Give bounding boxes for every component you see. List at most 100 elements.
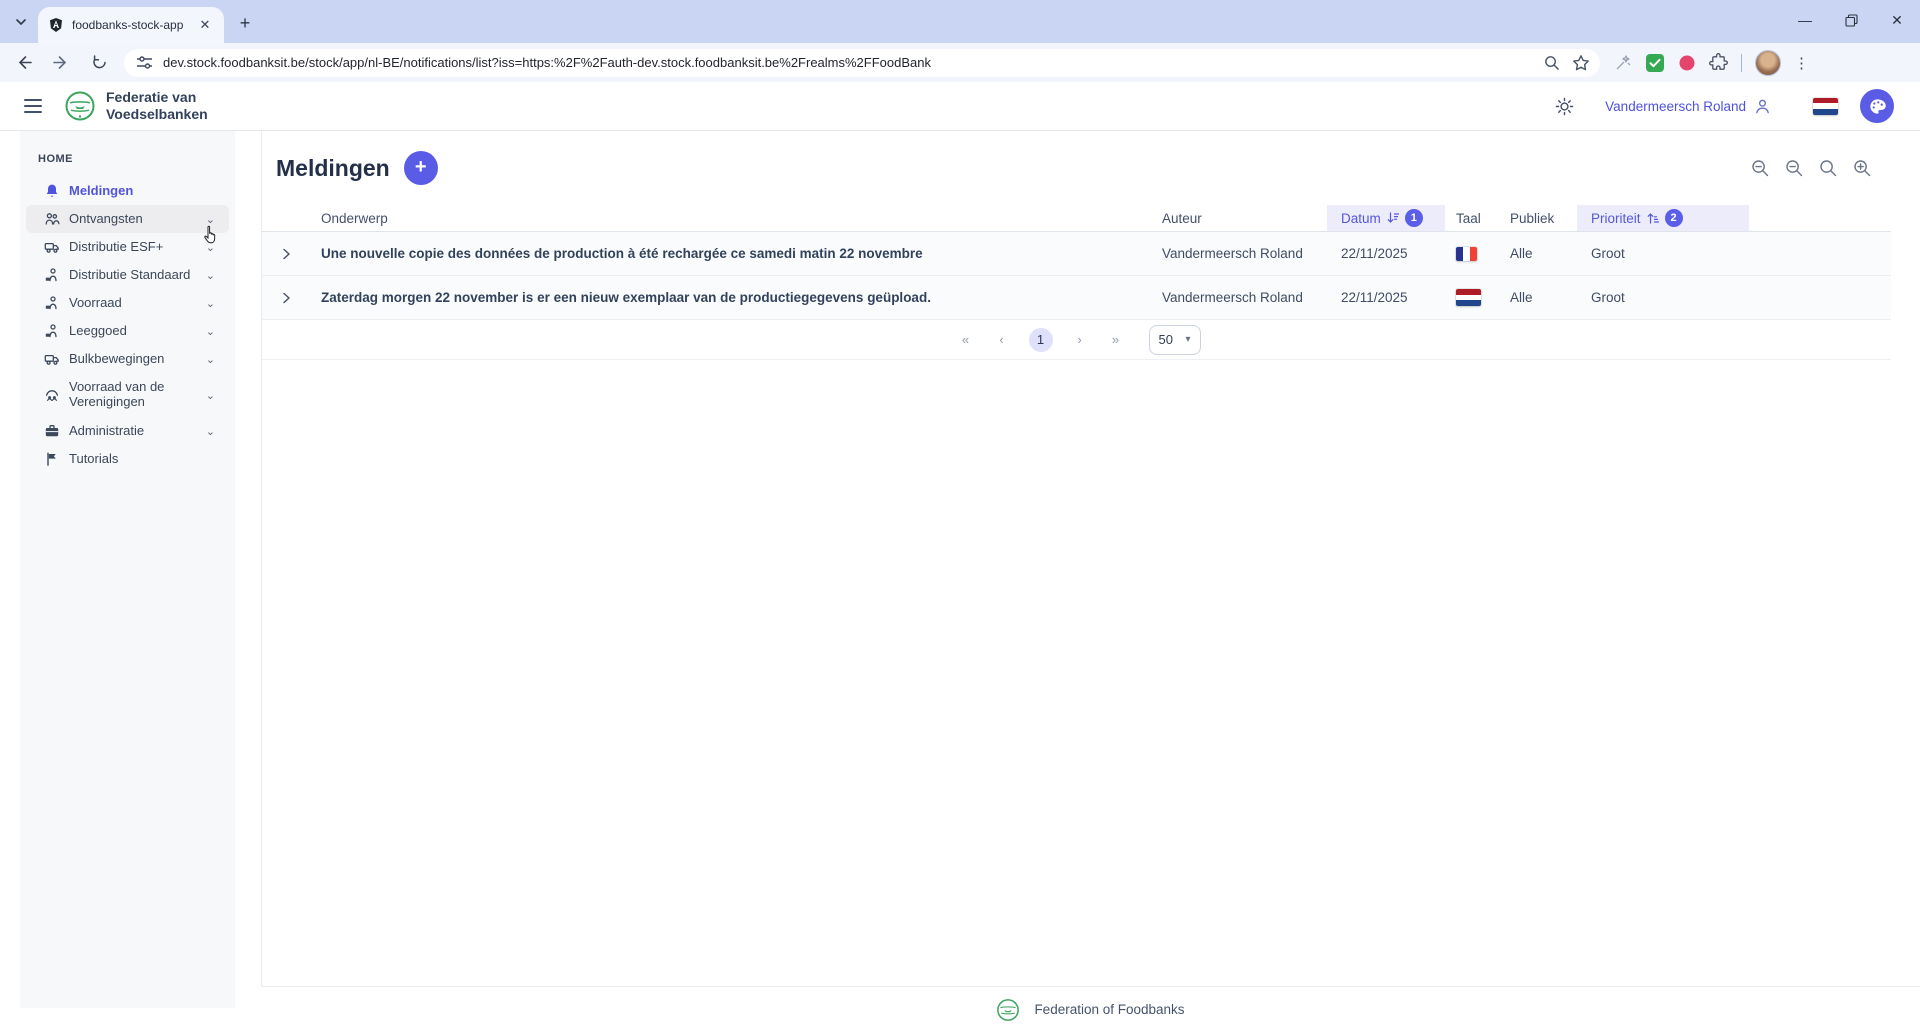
extension-icon-check[interactable] — [1645, 53, 1665, 73]
chevron-down-icon: ⌄ — [206, 269, 215, 282]
cell-priority: Groot — [1577, 246, 1749, 261]
page-zoom-icon[interactable] — [1543, 54, 1560, 71]
restore-icon — [1845, 14, 1858, 27]
new-tab-button[interactable]: + — [232, 10, 258, 36]
current-page[interactable]: 1 — [1029, 328, 1053, 352]
sidebar-item-distributie-standaard[interactable]: Distributie Standaard ⌄ — [26, 261, 229, 289]
cell-audience: Alle — [1499, 290, 1577, 305]
sidebar-item-administratie[interactable]: Administratie ⌄ — [26, 417, 229, 445]
header-expander — [262, 205, 310, 231]
chevron-down-icon: ⌄ — [206, 353, 215, 366]
bookmark-star-icon[interactable] — [1572, 54, 1590, 72]
footer: Federation of Foodbanks — [261, 987, 1920, 1032]
column-prioriteit[interactable]: Prioriteit 2 — [1577, 205, 1749, 231]
language-flag-nl[interactable] — [1813, 98, 1838, 115]
row-expand-button[interactable] — [262, 292, 310, 304]
header-filler — [1749, 205, 1891, 231]
column-taal[interactable]: Taal — [1445, 205, 1499, 231]
sidebar-item-voorraad[interactable]: Voorraad ⌄ — [26, 289, 229, 317]
column-onderwerp[interactable]: Onderwerp — [310, 205, 1151, 231]
sidebar-item-leeggoed[interactable]: Leeggoed ⌄ — [26, 317, 229, 345]
first-page-button[interactable]: « — [953, 332, 979, 347]
table-row[interactable]: Zaterdag morgen 22 november is er een ni… — [262, 276, 1891, 320]
search-icon[interactable] — [1818, 158, 1838, 178]
flag-fr-icon — [1456, 247, 1477, 261]
footer-text: Federation of Foodbanks — [1034, 1002, 1184, 1017]
extension-icon-record[interactable] — [1678, 54, 1696, 72]
bell-icon — [44, 183, 60, 199]
next-page-button[interactable]: › — [1067, 332, 1093, 347]
sidebar-item-tutorials[interactable]: Tutorials — [26, 445, 229, 473]
forward-icon — [53, 54, 70, 71]
sidebar-item-ontvangsten[interactable]: Ontvangsten ⌄ — [26, 205, 229, 233]
tab-search-button[interactable] — [8, 9, 34, 35]
url-bar[interactable]: dev.stock.foodbanksit.be/stock/app/nl-BE… — [124, 49, 1600, 77]
minimize-button[interactable]: — — [1782, 0, 1828, 40]
notifications-table: Onderwerp Auteur Datum 1 Taal Publiek Pr… — [262, 205, 1891, 360]
chevron-down-icon: ⌄ — [206, 425, 215, 438]
briefcase-icon — [44, 423, 60, 439]
tab-title: foodbanks-stock-app — [72, 18, 196, 32]
cell-language — [1445, 247, 1499, 261]
close-window-button[interactable]: ✕ — [1874, 0, 1920, 40]
profile-avatar[interactable] — [1755, 50, 1781, 76]
last-page-button[interactable]: » — [1103, 332, 1129, 347]
cell-subject: Une nouvelle copie des données de produc… — [310, 246, 1151, 261]
cell-subject: Zaterdag morgen 22 november is er een ni… — [310, 290, 1151, 305]
chevron-down-icon: ⌄ — [206, 325, 215, 338]
sidebar-item-meldingen[interactable]: Meldingen — [26, 177, 229, 205]
browser-menu-button[interactable]: ⋮ — [1794, 54, 1809, 72]
sort-ascending-icon — [1647, 212, 1659, 224]
search-minus-icon[interactable] — [1784, 158, 1804, 178]
page-title: Meldingen — [276, 155, 390, 182]
sort-order-badge: 1 — [1405, 209, 1423, 227]
group-icon — [44, 387, 60, 403]
chevron-right-icon — [280, 248, 292, 260]
url-text: dev.stock.foodbanksit.be/stock/app/nl-BE… — [163, 55, 1543, 70]
tab-close-icon[interactable]: ✕ — [196, 16, 214, 34]
cell-priority: Groot — [1577, 290, 1749, 305]
truck-icon — [44, 239, 60, 255]
chevron-down-icon: ⌄ — [206, 213, 215, 226]
user-menu[interactable]: Vandermeersch Roland — [1605, 98, 1771, 115]
chevron-down-icon: ⌄ — [206, 389, 215, 402]
column-auteur[interactable]: Auteur — [1151, 205, 1327, 231]
add-notification-button[interactable]: + — [404, 151, 438, 185]
reload-button[interactable] — [84, 48, 114, 78]
truck-icon — [44, 351, 60, 367]
brand-title: Federatie van Voedselbanken — [106, 89, 208, 124]
search-minus-icon[interactable] — [1750, 158, 1770, 178]
reload-icon — [91, 54, 108, 71]
forward-button[interactable] — [46, 48, 76, 78]
user-name: Vandermeersch Roland — [1605, 99, 1746, 114]
palette-icon — [1868, 97, 1887, 116]
sidebar-item-voorraad-verenigingen[interactable]: Voorraad van de Verenigingen ⌄ — [26, 373, 229, 417]
sidebar-item-distributie-esf[interactable]: Distributie ESF+ ⌄ — [26, 233, 229, 261]
pagination: « ‹ 1 › » 50 ▾ — [262, 320, 1891, 360]
rows-per-page-select[interactable]: 50 ▾ — [1149, 325, 1201, 355]
restore-button[interactable] — [1828, 0, 1874, 40]
search-plus-icon[interactable] — [1852, 158, 1872, 178]
browser-tabstrip: foodbanks-stock-app ✕ + — ✕ — [0, 0, 1920, 43]
main-panel: Meldingen + Onderwerp Auteur Datum 1 Taa… — [261, 131, 1920, 987]
column-publiek[interactable]: Publiek — [1499, 205, 1577, 231]
flag-icon — [44, 451, 60, 467]
table-row[interactable]: Une nouvelle copie des données de produc… — [262, 232, 1891, 276]
sidebar-section-home: HOME — [20, 153, 235, 165]
back-button[interactable] — [8, 48, 38, 78]
menu-toggle-button[interactable] — [24, 93, 50, 119]
foodbanks-footer-logo — [996, 998, 1020, 1022]
flag-nl-icon — [1456, 289, 1481, 306]
browser-tab-active[interactable]: foodbanks-stock-app ✕ — [38, 7, 224, 43]
cell-author: Vandermeersch Roland — [1151, 290, 1327, 305]
theme-toggle-button[interactable] — [1549, 91, 1579, 121]
row-expand-button[interactable] — [262, 248, 310, 260]
sidebar-item-bulkbewegingen[interactable]: Bulkbewegingen ⌄ — [26, 345, 229, 373]
users-icon — [44, 211, 60, 227]
extensions-puzzle-icon[interactable] — [1709, 53, 1728, 72]
prev-page-button[interactable]: ‹ — [989, 332, 1015, 347]
column-datum[interactable]: Datum 1 — [1327, 205, 1445, 231]
theme-palette-button[interactable] — [1860, 89, 1894, 123]
browser-toolbar: dev.stock.foodbanksit.be/stock/app/nl-BE… — [0, 43, 1920, 82]
extension-icon-wand[interactable] — [1614, 54, 1632, 72]
